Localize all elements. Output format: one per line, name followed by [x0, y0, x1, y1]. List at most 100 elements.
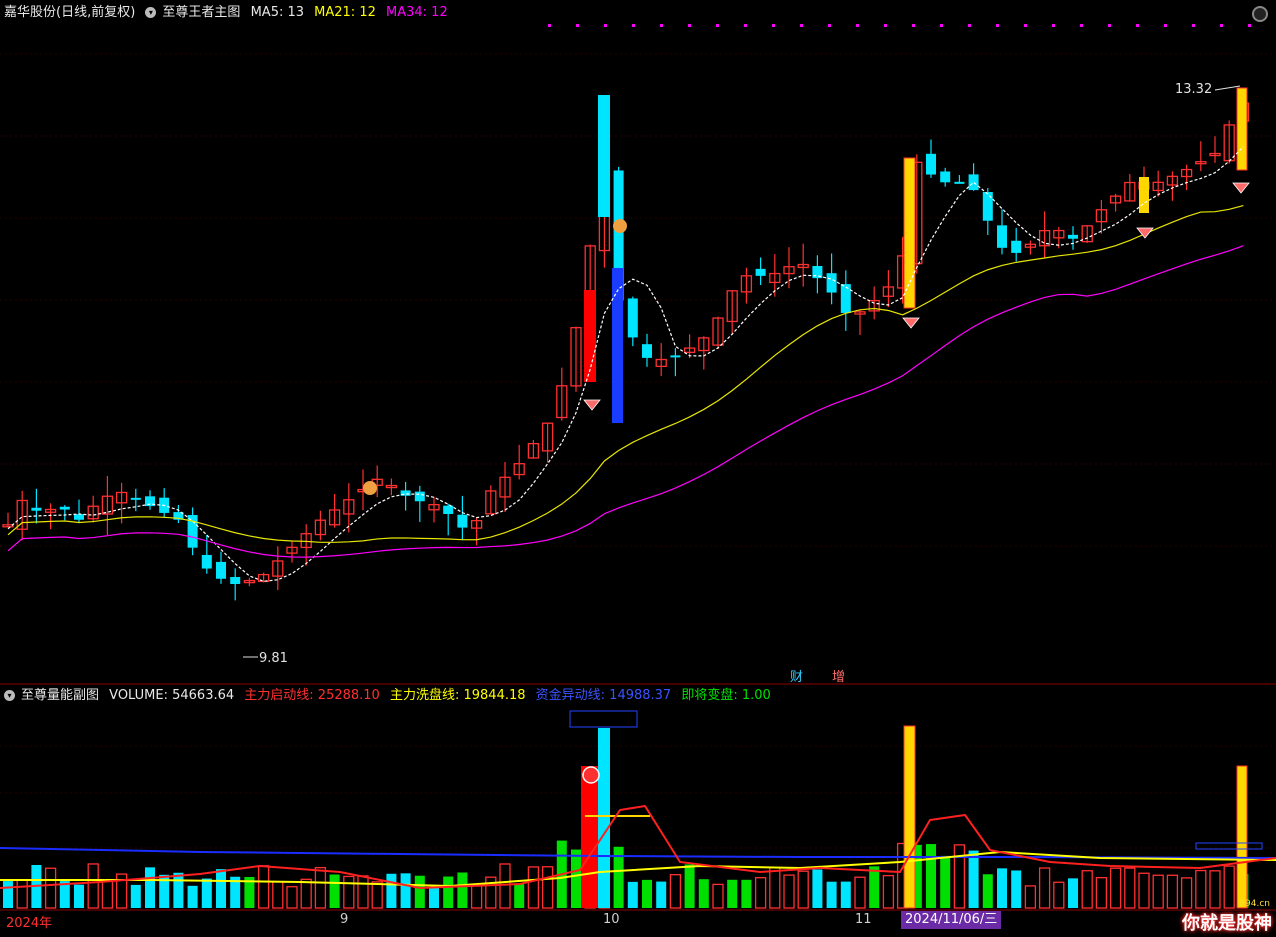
stock-title: 嘉华股份(日线,前复权): [4, 5, 136, 20]
marker-dot: [996, 24, 999, 27]
volume-bar: [953, 844, 966, 909]
volume-bar: [1053, 881, 1065, 909]
volume-bar: [470, 885, 483, 909]
candle: [74, 514, 84, 520]
marker-dot: [1108, 24, 1111, 27]
sub-indicator-name[interactable]: 至尊量能副图: [21, 688, 99, 703]
buy-signal-icon: [363, 481, 377, 495]
volume-bar: [1038, 867, 1051, 909]
ma21-line: [7, 204, 1244, 543]
candle: [1011, 240, 1022, 253]
settings-toggle-icon[interactable]: [1252, 6, 1268, 22]
candle: [954, 181, 965, 184]
ma34-value: MA34: 12: [386, 5, 448, 20]
volume-bar: [797, 870, 809, 909]
buy-signal-icon: [613, 219, 627, 233]
main-indicator-name[interactable]: 至尊王者主图: [162, 5, 240, 20]
marker-dot: [548, 24, 551, 27]
candle: [940, 171, 951, 183]
marker-dot: [632, 24, 635, 27]
high-price-label: 13.32: [1175, 82, 1213, 97]
highlight-candle: [903, 157, 916, 309]
candle: [457, 514, 468, 528]
volume-bar: [429, 887, 439, 908]
diamond-signal-icon: [1232, 182, 1250, 194]
volume-bar: [783, 874, 795, 909]
marker-dot: [604, 24, 607, 27]
axis-month-10: 10: [603, 912, 620, 927]
increase-tag[interactable]: 增: [832, 666, 845, 685]
volume-bar: [173, 872, 184, 908]
chevron-down-icon[interactable]: ▾: [4, 690, 15, 701]
volume-bar: [869, 866, 880, 908]
candle: [642, 344, 652, 358]
volume-bar: [3, 881, 13, 908]
spike-candle: [598, 95, 610, 217]
volume-bar: [527, 866, 540, 909]
volume-bar: [314, 866, 327, 909]
change-soon-value: 即将变盘: 1.00: [681, 688, 771, 703]
marker-dot: [968, 24, 971, 27]
marker-dot: [1164, 24, 1167, 27]
volume-bar: [1138, 872, 1150, 909]
volume-bar: [982, 874, 993, 908]
axis-month-11: 11: [855, 912, 872, 927]
marker-dot: [1192, 24, 1195, 27]
volume-bar: [1180, 877, 1193, 909]
volume-bar: [130, 884, 141, 908]
volume-highlight: [903, 725, 916, 909]
volume-bar: [1095, 876, 1108, 909]
axis-month-9: 9: [340, 912, 349, 927]
low-price-label: 9.81: [259, 651, 288, 666]
main-wash-line-value: 主力洗盘线: 19844.18: [389, 688, 526, 703]
volume-bar: [698, 879, 709, 908]
limit-up-candle: [584, 290, 596, 382]
volume-bar: [329, 874, 340, 908]
volume-bar: [1195, 869, 1207, 909]
fund-move-line-value: 资金异动线: 14988.37: [535, 688, 672, 703]
marker-dot: [940, 24, 943, 27]
volume-bar: [940, 855, 951, 908]
axis-year-label: 2024年: [6, 916, 53, 931]
volume-bar: [74, 884, 84, 908]
highlight-candle: [1139, 177, 1149, 213]
volume-bar: [656, 881, 667, 908]
candle: [59, 506, 70, 510]
highlight-candle: [1236, 87, 1248, 171]
marker-dot: [688, 24, 691, 27]
volume-bar: [854, 876, 866, 909]
volume-bar: [1068, 878, 1078, 908]
diamond-signal-icon: [583, 399, 601, 411]
volume-bar: [514, 883, 525, 908]
volume-bar: [754, 877, 767, 909]
volume-bar: [400, 873, 411, 908]
chevron-down-icon[interactable]: ▾: [145, 7, 157, 18]
candle: [414, 491, 425, 502]
candle: [826, 273, 837, 293]
volume-bar: [882, 874, 895, 909]
volume-bar: [997, 868, 1007, 908]
volume-bar: [1166, 874, 1179, 909]
volume-bar: [812, 869, 823, 908]
candle: [670, 355, 681, 358]
candle: [627, 298, 638, 338]
candle: [755, 268, 766, 276]
volume-bar: [1124, 867, 1136, 909]
volume-bar: [727, 879, 738, 908]
plus-signal-icon: [582, 766, 600, 784]
volume-bar: [457, 872, 468, 908]
marker-dot: [1052, 24, 1055, 27]
volume-bar: [1109, 867, 1122, 909]
volume-bar: [1223, 865, 1235, 909]
kline-chart-canvas[interactable]: [0, 0, 1276, 937]
volume-bar: [187, 885, 198, 908]
volume-bar: [1152, 874, 1164, 909]
ma21-value: MA21: 12: [314, 5, 376, 20]
volume-bar: [257, 865, 270, 909]
finance-tag[interactable]: 财: [790, 666, 803, 685]
candle: [230, 576, 241, 584]
marker-dot: [576, 24, 579, 27]
marker-dot: [884, 24, 887, 27]
volume-bar: [300, 878, 312, 909]
candle: [201, 554, 212, 569]
